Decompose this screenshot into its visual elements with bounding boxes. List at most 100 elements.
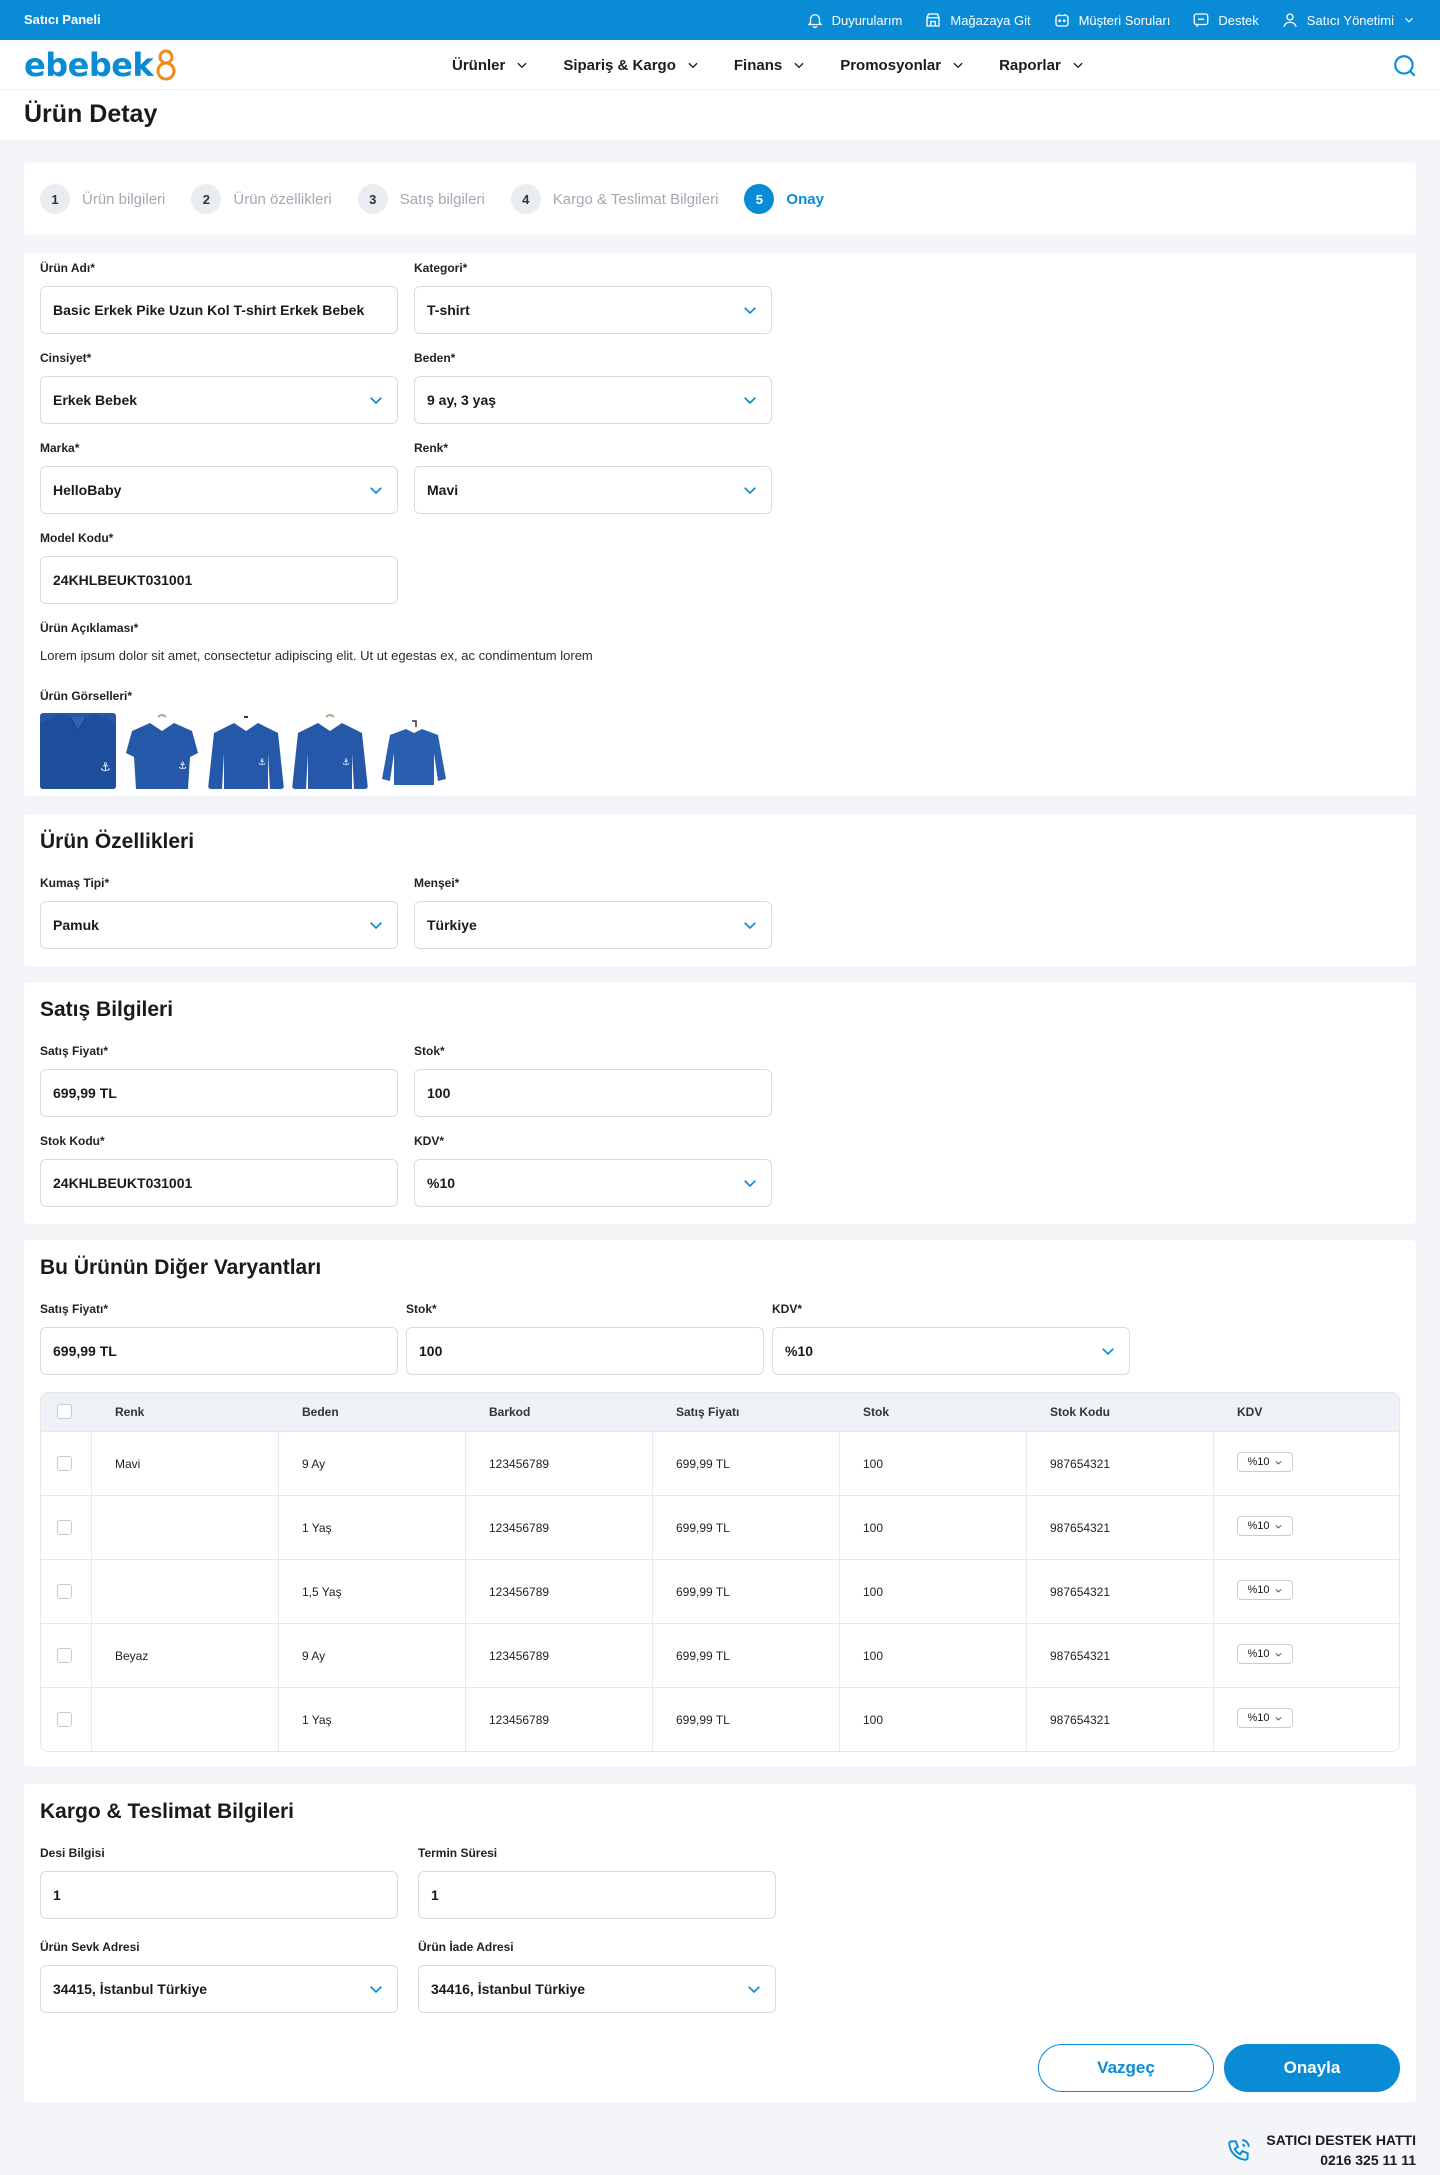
nav-item-label: Raporlar xyxy=(999,56,1061,74)
search-icon[interactable] xyxy=(1392,53,1418,79)
product-image-4[interactable]: ⚓ xyxy=(292,713,368,789)
bulk-vat-label: KDV* xyxy=(772,1302,803,1316)
term-input[interactable]: 1 xyxy=(418,1871,776,1919)
nav-item-label: Sipariş & Kargo xyxy=(563,56,676,74)
row-checkbox[interactable] xyxy=(57,1712,72,1727)
nav-item-reports[interactable]: Raporlar xyxy=(999,57,1085,74)
nav-item-promotions[interactable]: Promosyonlar xyxy=(840,57,965,74)
chat-icon xyxy=(1193,13,1209,28)
product-info-card: Ürün Adı* Basic Erkek Pike Uzun Kol T-sh… xyxy=(24,253,1416,796)
step-confirm[interactable]: 5 Onay xyxy=(744,184,824,214)
cancel-button[interactable]: Vazgeç xyxy=(1038,2044,1214,2092)
nav-item-orders-shipping[interactable]: Sipariş & Kargo xyxy=(563,57,700,74)
return-address-value: 34416, İstanbul Türkiye xyxy=(431,1981,586,1997)
product-name-input[interactable]: Basic Erkek Pike Uzun Kol T-shirt Erkek … xyxy=(40,286,398,334)
cell-size: 1,5 Yaş xyxy=(302,1585,342,1599)
cell-sku: 987654321 xyxy=(1050,1713,1111,1727)
vat-value: %10 xyxy=(427,1175,456,1191)
product-image-2[interactable]: ⚓ xyxy=(124,713,200,789)
return-address-select[interactable]: 34416, İstanbul Türkiye xyxy=(418,1965,776,2013)
step-product-features[interactable]: 2 Ürün özellikleri xyxy=(191,184,332,214)
sku-label: Stok Kodu* xyxy=(40,1134,105,1148)
product-image-3[interactable]: ⚓ xyxy=(208,713,284,789)
customer-questions-label: Müşteri Soruları xyxy=(1078,12,1171,28)
support-hotline[interactable]: SATICI DESTEK HATTI 0216 325 11 11 xyxy=(1226,2130,1416,2170)
desi-input[interactable]: 1 xyxy=(40,1871,398,1919)
customer-questions-link[interactable]: Müşteri Soruları xyxy=(1053,11,1171,29)
description-label: Ürün Açıklaması* xyxy=(40,621,139,635)
bulk-vat-select[interactable]: %10 xyxy=(772,1327,1130,1375)
chevron-down-icon xyxy=(744,307,756,315)
size-select[interactable]: 9 ay, 3 yaş xyxy=(414,376,772,424)
svg-text:⚓: ⚓ xyxy=(258,757,266,767)
row-checkbox[interactable] xyxy=(57,1584,72,1599)
sku-input[interactable]: 24KHLBEUKT031001 xyxy=(40,1159,398,1207)
stock-input[interactable]: 100 xyxy=(414,1069,772,1117)
bulk-stock-input[interactable]: 100 xyxy=(406,1327,764,1375)
variants-table: Renk Beden Barkod Satış Fiyatı Stok Stok… xyxy=(40,1392,1400,1752)
chevron-down-icon xyxy=(1405,17,1413,23)
row-vat-select[interactable]: %10 xyxy=(1237,1708,1293,1728)
chevron-down-icon xyxy=(744,1180,756,1188)
gender-select[interactable]: Erkek Bebek xyxy=(40,376,398,424)
product-image-1[interactable]: ⚓ xyxy=(40,713,116,789)
table-row: 1 Yaş 123456789 699,99 TL 100 987654321 … xyxy=(41,1495,1399,1559)
fabric-select[interactable]: Pamuk xyxy=(40,901,398,949)
row-checkbox[interactable] xyxy=(57,1456,72,1471)
row-vat-select[interactable]: %10 xyxy=(1237,1516,1293,1536)
category-label: Kategori* xyxy=(414,261,468,275)
nav-item-products[interactable]: Ürünler xyxy=(452,57,529,74)
brand-select[interactable]: HelloBaby xyxy=(40,466,398,514)
row-vat-select[interactable]: %10 xyxy=(1237,1644,1293,1664)
nav-item-finance[interactable]: Finans xyxy=(734,57,806,74)
row-vat-value: %10 xyxy=(1247,1456,1270,1468)
shirt-image xyxy=(376,713,452,789)
return-address-label: Ürün İade Adresi xyxy=(418,1940,514,1954)
cell-color: Beyaz xyxy=(115,1649,149,1663)
panel-title: Satıcı Paneli xyxy=(24,12,101,27)
column-header-color: Renk xyxy=(115,1405,145,1419)
step-label: Kargo & Teslimat Bilgileri xyxy=(552,190,719,208)
select-all-checkbox[interactable] xyxy=(57,1404,72,1419)
row-vat-select[interactable]: %10 xyxy=(1237,1452,1293,1472)
chevron-down-icon xyxy=(1073,62,1083,69)
gender-label: Cinsiyet* xyxy=(40,351,92,365)
user-icon xyxy=(1283,13,1297,27)
row-checkbox[interactable] xyxy=(57,1520,72,1535)
step-label: Onay xyxy=(786,190,824,208)
table-header: Renk Beden Barkod Satış Fiyatı Stok Stok… xyxy=(41,1393,1399,1431)
price-input[interactable]: 699,99 TL xyxy=(40,1069,398,1117)
term-label: Termin Süresi xyxy=(418,1846,498,1860)
support-hotline-text: SATICI DESTEK HATTI 0216 325 11 11 xyxy=(1266,2130,1416,2170)
cell-stock: 100 xyxy=(863,1713,884,1727)
variants-card: Bu Ürünün Diğer Varyantları Satış Fiyatı… xyxy=(24,1240,1416,1766)
seller-management-link[interactable]: Satıcı Yönetimi xyxy=(1281,11,1416,29)
vat-select[interactable]: %10 xyxy=(414,1159,772,1207)
row-vat-select[interactable]: %10 xyxy=(1237,1580,1293,1600)
phone-icon xyxy=(1228,2139,1251,2161)
variants-title: Bu Ürünün Diğer Varyantları xyxy=(40,1256,322,1279)
ebebek-logo[interactable]: ebebek xyxy=(24,46,177,84)
category-select[interactable]: T-shirt xyxy=(414,286,772,334)
cell-size: 9 Ay xyxy=(302,1649,326,1663)
column-header-vat: KDV xyxy=(1237,1405,1263,1419)
step-sales-info[interactable]: 3 Satış bilgileri xyxy=(357,184,485,214)
origin-select[interactable]: Türkiye xyxy=(414,901,772,949)
step-shipping-info[interactable]: 4 Kargo & Teslimat Bilgileri xyxy=(510,184,719,214)
shipping-card: Kargo & Teslimat Bilgileri Desi Bilgisi … xyxy=(24,1784,1416,2102)
step-product-info[interactable]: 1 Ürün bilgileri xyxy=(40,184,165,214)
row-checkbox[interactable] xyxy=(57,1648,72,1663)
support-link[interactable]: Destek xyxy=(1192,11,1259,29)
go-to-store-link[interactable]: Mağazaya Git xyxy=(924,11,1031,29)
store-icon xyxy=(926,13,941,27)
nav-item-label: Promosyonlar xyxy=(840,56,942,74)
nav-item-label: Finans xyxy=(733,56,783,74)
color-select[interactable]: Mavi xyxy=(414,466,772,514)
announcements-link[interactable]: Duyurularım xyxy=(806,11,902,29)
bulk-price-input[interactable]: 699,99 TL xyxy=(40,1327,398,1375)
model-code-input[interactable]: 24KHLBEUKT031001 xyxy=(40,556,398,604)
product-image-5[interactable] xyxy=(376,713,452,789)
ship-address-select[interactable]: 34415, İstanbul Türkiye xyxy=(40,1965,398,2013)
step-label: Ürün bilgileri xyxy=(82,190,166,208)
confirm-button[interactable]: Onayla xyxy=(1224,2044,1400,2092)
